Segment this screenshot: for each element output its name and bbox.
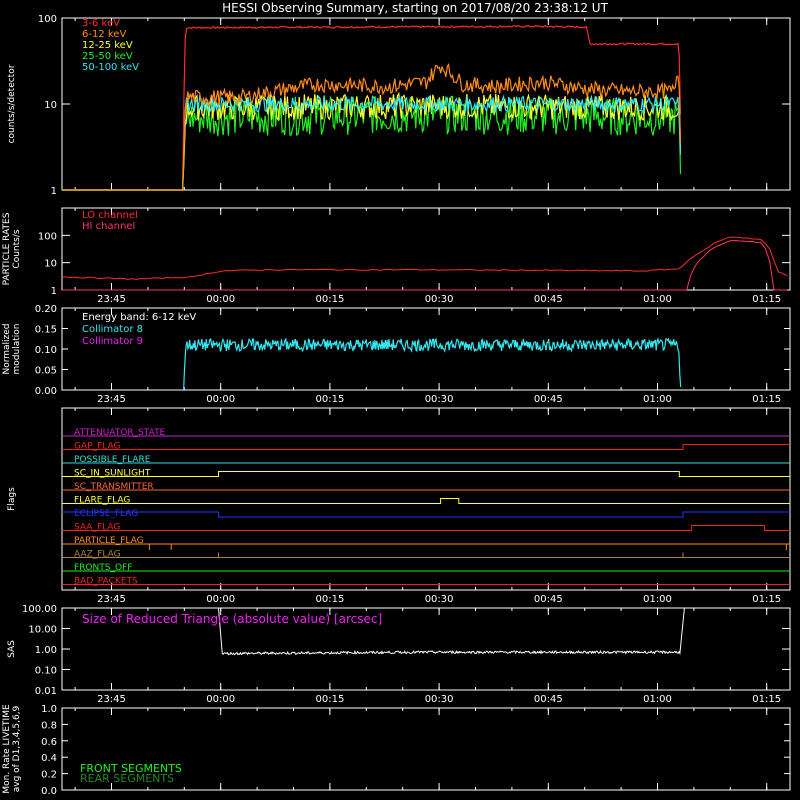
time-tick-label: 01:15 xyxy=(752,694,781,705)
time-tick-label: 00:30 xyxy=(425,694,454,705)
panel-labels: 110100counts/s/detector3-6 keV6-12 keV12… xyxy=(2,14,781,797)
y-tick-label: 0.8 xyxy=(41,720,57,731)
flag-label: ATTENUATOR_STATE xyxy=(74,428,166,438)
flag-label: SC_TRANSMITTER xyxy=(74,482,154,492)
time-tick-label: 00:00 xyxy=(206,694,235,705)
modulation-ylabel: Normalized xyxy=(2,323,12,374)
y-tick-label: 0.4 xyxy=(41,753,57,764)
time-tick-label: 00:45 xyxy=(534,394,563,405)
time-tick-label: 00:00 xyxy=(206,394,235,405)
flag-label: SAA_FLAG xyxy=(74,523,120,533)
counts-legend-item: 12-25 keV xyxy=(82,40,133,51)
time-tick-label: 00:45 xyxy=(534,294,563,305)
modulation-ylabel: modulation xyxy=(12,324,22,375)
y-tick-label: 1 xyxy=(51,186,57,197)
particle-ylabel: Counts/s xyxy=(12,229,22,268)
flag-line xyxy=(62,511,790,518)
y-tick-label: 1.00 xyxy=(35,645,57,656)
time-tick-label: 23:45 xyxy=(97,394,126,405)
modulation-legend-item: Collimator 9 xyxy=(82,336,143,347)
data-traces xyxy=(62,24,790,656)
flags-frame xyxy=(61,407,791,591)
flag-label: GAP_FLAG xyxy=(74,442,120,452)
flag-label: POSSIBLE_FLARE xyxy=(74,455,151,465)
flag-label: PARTICLE_FLAG xyxy=(74,536,144,546)
time-tick-label: 00:30 xyxy=(425,594,454,605)
figure-title: HESSI Observing Summary, starting on 201… xyxy=(222,1,608,15)
time-tick-label: 01:00 xyxy=(643,694,672,705)
flag-label: AAZ_FLAG xyxy=(74,550,121,560)
sas-annotation: Size of Reduced Triangle (absolute value… xyxy=(82,612,382,626)
counts-legend-item: 25-50 keV xyxy=(82,51,133,62)
y-tick-label: 1 xyxy=(51,286,57,297)
time-tick-label: 00:45 xyxy=(534,594,563,605)
y-tick-label: 0.01 xyxy=(35,686,57,697)
flag-label: FLARE_FLAG xyxy=(74,496,130,506)
time-tick-label: 00:15 xyxy=(315,694,344,705)
counts-legend-item: 6-12 keV xyxy=(82,29,126,40)
y-tick-label: 10 xyxy=(44,100,57,111)
flag-label: FRONTS_OFF xyxy=(74,563,132,573)
time-tick-label: 00:30 xyxy=(425,394,454,405)
hessi-summary-figure: HESSI Observing Summary, starting on 201… xyxy=(2,1,791,797)
counts-ylabel: counts/s/detector xyxy=(7,64,17,143)
y-tick-label: 100 xyxy=(38,14,57,25)
counts-legend-item: 50-100 keV xyxy=(82,62,139,73)
time-tick-label: 00:00 xyxy=(206,594,235,605)
time-tick-label: 23:45 xyxy=(97,694,126,705)
time-tick-label: 00:15 xyxy=(315,594,344,605)
y-tick-label: 1.0 xyxy=(41,704,57,715)
y-tick-label: 100 xyxy=(38,231,57,242)
time-tick-label: 01:00 xyxy=(643,294,672,305)
particle-legend-item: HI channel xyxy=(82,221,135,232)
time-tick-label: 01:00 xyxy=(643,594,672,605)
livetime-legend-item: REAR SEGMENTS xyxy=(80,772,174,785)
y-tick-label: 0.20 xyxy=(35,304,57,315)
flags-ylabel: Flags xyxy=(7,487,17,511)
y-tick-label: 0.10 xyxy=(35,666,57,677)
flag-label: ECLIPSE_FLAG xyxy=(74,509,138,519)
time-tick-label: 01:15 xyxy=(752,394,781,405)
time-tick-label: 23:45 xyxy=(97,294,126,305)
counts-series-2 xyxy=(62,91,682,191)
particle-lo-series xyxy=(62,236,788,280)
sas-ylabel: SAS xyxy=(7,640,17,658)
y-tick-label: 0.2 xyxy=(41,770,57,781)
flag-line xyxy=(62,444,790,450)
time-tick-label: 00:15 xyxy=(315,394,344,405)
counts-series-1 xyxy=(62,62,682,191)
flag-line xyxy=(62,471,790,477)
modulation-legend-item: Collimator 8 xyxy=(82,324,143,335)
particle-ylabel: PARTICLE RATES xyxy=(2,212,12,285)
time-tick-label: 00:45 xyxy=(534,694,563,705)
time-tick-label: 00:00 xyxy=(206,294,235,305)
livetime-ylabel: Mon. Rate LIVETIME xyxy=(2,704,12,794)
y-tick-label: 0.05 xyxy=(35,366,57,377)
counts-legend-item: 3-6 keV xyxy=(82,18,120,29)
livetime-ylabel: avg of D1,3,4,5,6,9 xyxy=(12,705,22,792)
y-tick-label: 0.10 xyxy=(35,345,57,356)
y-tick-label: 0.6 xyxy=(41,737,57,748)
y-tick-label: 0.15 xyxy=(35,325,57,336)
flag-line xyxy=(62,498,790,504)
energy-band-label: Energy band: 6-12 keV xyxy=(82,312,196,323)
particle-hi-series xyxy=(62,239,788,291)
time-tick-label: 00:15 xyxy=(315,294,344,305)
y-tick-label: 10.00 xyxy=(28,625,57,636)
flag-label: SC_IN_SUNLIGHT xyxy=(74,469,151,479)
time-tick-label: 01:15 xyxy=(752,294,781,305)
time-tick-label: 01:00 xyxy=(643,394,672,405)
flag-line xyxy=(62,525,790,531)
time-tick-label: 00:30 xyxy=(425,294,454,305)
y-tick-label: 0.00 xyxy=(35,386,57,397)
y-tick-label: 10 xyxy=(44,259,57,270)
y-tick-label: 0.0 xyxy=(41,786,57,797)
particle-legend-item: LO channel xyxy=(82,210,138,221)
flag-label: BAD_PACKETS xyxy=(74,577,138,587)
modulation-series xyxy=(183,337,682,391)
time-tick-label: 23:45 xyxy=(97,594,126,605)
time-tick-label: 01:15 xyxy=(752,594,781,605)
y-tick-label: 100.00 xyxy=(22,604,57,615)
